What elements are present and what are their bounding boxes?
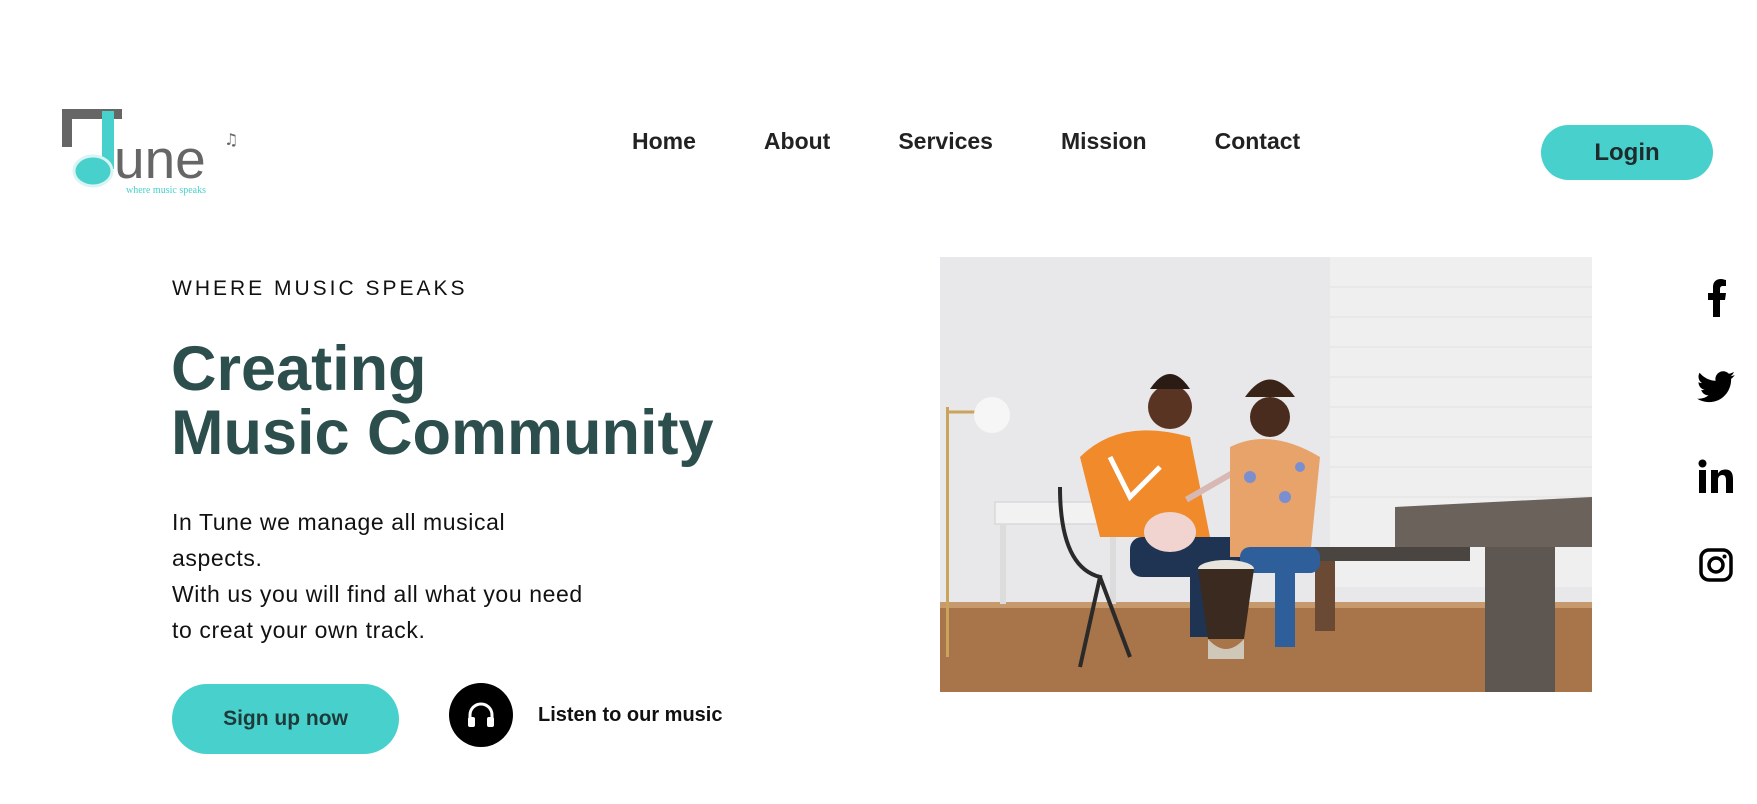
nav-home[interactable]: Home xyxy=(632,128,696,155)
tune-logo[interactable]: ♫ une where music speaks xyxy=(60,105,240,197)
nav-mission[interactable]: Mission xyxy=(1061,128,1147,155)
listen-music-link[interactable]: Listen to our music xyxy=(449,683,722,747)
description-line: to creat your own track. xyxy=(172,617,426,643)
facebook-link[interactable] xyxy=(1696,278,1736,318)
svg-text:une: une xyxy=(114,128,206,190)
description-line: aspects. xyxy=(172,545,263,571)
linkedin-icon xyxy=(1698,459,1733,493)
linkedin-link[interactable] xyxy=(1696,456,1736,496)
hero-headline: Creating Music Community xyxy=(171,337,714,465)
headline-line-2: Music Community xyxy=(171,398,714,468)
logo-graphic: ♫ une where music speaks xyxy=(62,109,238,196)
description-line: With us you will find all what you need xyxy=(172,581,583,607)
social-links xyxy=(1696,278,1736,585)
facebook-icon xyxy=(1708,279,1726,317)
headphones-icon xyxy=(468,702,494,727)
twitter-link[interactable] xyxy=(1696,367,1736,407)
signup-button[interactable]: Sign up now xyxy=(172,684,399,754)
login-button[interactable]: Login xyxy=(1541,125,1713,180)
nav-contact[interactable]: Contact xyxy=(1215,128,1301,155)
instagram-icon xyxy=(1699,548,1733,582)
nav-services[interactable]: Services xyxy=(898,128,993,155)
main-nav: Home About Services Mission Contact xyxy=(632,128,1300,155)
instagram-link[interactable] xyxy=(1696,545,1736,585)
listen-label: Listen to our music xyxy=(538,703,723,726)
svg-text:♫: ♫ xyxy=(224,130,238,149)
headphones-button[interactable] xyxy=(449,683,513,747)
nav-about[interactable]: About xyxy=(764,128,830,155)
svg-text:where music speaks: where music speaks xyxy=(126,185,206,196)
hero-eyebrow: WHERE MUSIC SPEAKS xyxy=(172,277,468,300)
hero-description: In Tune we manage all musical aspects. W… xyxy=(172,504,642,648)
headline-line-1: Creating xyxy=(171,334,427,404)
musicians-photo xyxy=(940,257,1592,692)
landing-page: ♫ une where music speaks Home About Serv… xyxy=(0,0,1757,804)
description-line: In Tune we manage all musical xyxy=(172,509,506,535)
musicians-illustration xyxy=(940,257,1592,692)
twitter-icon xyxy=(1697,371,1735,403)
